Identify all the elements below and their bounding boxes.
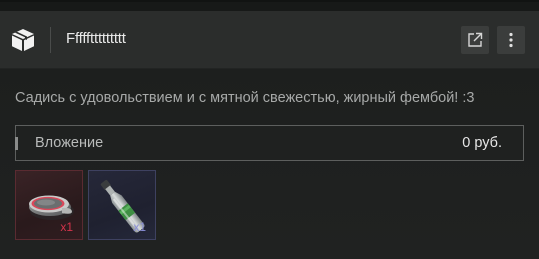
item-card-bottle[interactable]: x1 <box>88 170 156 240</box>
investment-label: Вложение <box>35 135 104 151</box>
page-title: Fffffttttttttt <box>66 30 126 47</box>
top-strip <box>0 0 539 11</box>
bottle-icon <box>100 179 145 233</box>
external-link-icon <box>468 32 483 47</box>
more-options-button[interactable] <box>497 26 525 54</box>
panel-header: Fffffttttttttt <box>0 11 539 69</box>
top-strip-accent <box>0 0 539 2</box>
header-divider <box>50 27 51 53</box>
box-icon <box>10 27 36 53</box>
more-vertical-icon <box>509 32 513 48</box>
investment-amount: 0 руб. <box>462 135 502 151</box>
item-card-tin[interactable]: x1 <box>15 170 83 240</box>
tin-can-icon <box>29 195 74 220</box>
item-quantity: x1 <box>60 220 73 234</box>
open-external-button[interactable] <box>461 26 489 54</box>
case-panel: Fffffttttttttt Садись с удовольствием и … <box>0 0 539 259</box>
item-quantity: x1 <box>133 220 146 234</box>
row-accent <box>15 137 18 150</box>
investment-row: Вложение 0 руб. <box>15 125 524 161</box>
case-description: Садись с удовольствием и с мятной свежес… <box>15 90 475 106</box>
